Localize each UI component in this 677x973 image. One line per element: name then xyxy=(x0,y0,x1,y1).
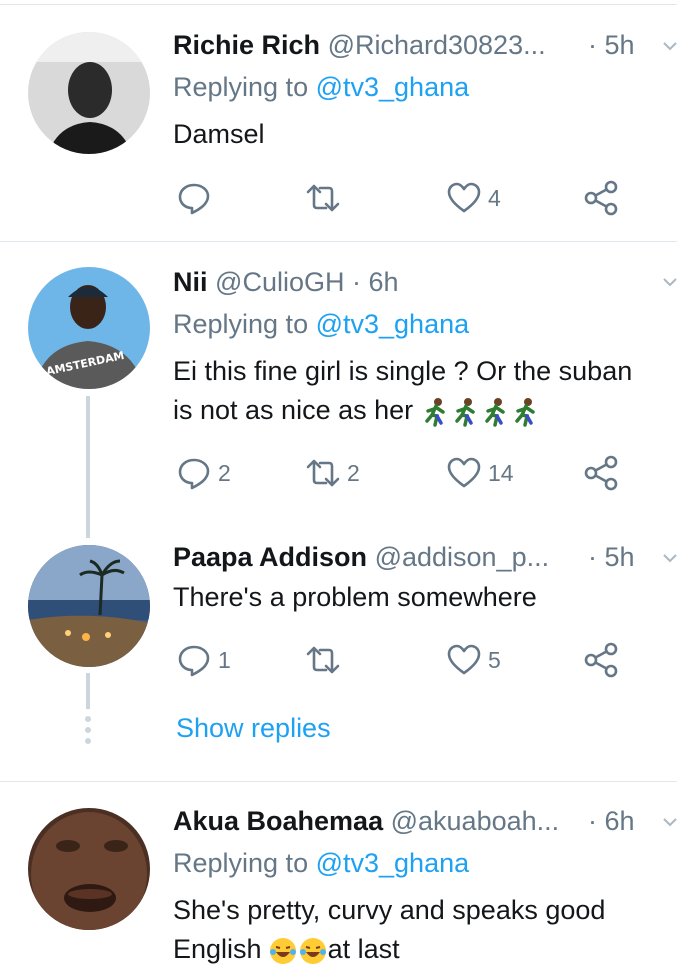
share-button[interactable] xyxy=(583,640,619,680)
like-button[interactable]: 14 xyxy=(446,453,514,493)
retweet-button[interactable] xyxy=(305,640,347,680)
mention-link[interactable]: @tv3_ghana xyxy=(316,309,470,339)
running-emoji-group xyxy=(421,395,541,427)
replying-to: Replying to @tv3_ghana xyxy=(173,846,469,880)
share-icon xyxy=(584,180,618,216)
reply-count: 2 xyxy=(218,459,231,486)
like-button[interactable]: 5 xyxy=(446,640,501,680)
tweet-text-line-2: is not as nice as her xyxy=(173,391,541,429)
like-icon xyxy=(447,644,481,675)
chevron-down-icon[interactable] xyxy=(662,38,677,54)
tweet-text-line-1: She's pretty, curvy and speaks good xyxy=(173,895,606,925)
retweet-icon xyxy=(306,459,340,487)
chevron-down-icon[interactable] xyxy=(662,274,677,290)
share-button[interactable] xyxy=(583,178,619,218)
top-divider xyxy=(0,4,677,5)
reply-icon xyxy=(178,645,210,677)
reply-count: 1 xyxy=(218,646,231,673)
like-count: 14 xyxy=(488,459,514,486)
chevron-down-icon[interactable] xyxy=(662,550,677,566)
mention-link[interactable]: @tv3_ghana xyxy=(316,72,470,102)
mention-link[interactable]: @tv3_ghana xyxy=(316,848,470,878)
like-icon xyxy=(447,182,481,213)
tweet-header: Nii @CulioGH · 6h xyxy=(173,266,399,298)
timestamp[interactable]: · 5h xyxy=(588,541,635,573)
tweet-divider xyxy=(0,241,677,242)
user-handle[interactable]: @addison_p... xyxy=(375,542,550,572)
retweet-count: 2 xyxy=(347,459,360,486)
laughing-tears-emoji-icon xyxy=(299,937,326,964)
running-emoji-icon xyxy=(424,397,445,427)
avatar[interactable] xyxy=(28,808,150,930)
reply-icon xyxy=(178,458,210,490)
like-count: 5 xyxy=(488,646,501,673)
retweet-icon xyxy=(306,184,340,212)
replying-prefix: Replying to xyxy=(173,848,316,878)
tweet-header: Richie Rich @Richard30823... xyxy=(173,29,546,61)
reply-icon xyxy=(178,183,210,215)
timestamp[interactable]: · 5h xyxy=(588,29,635,61)
user-handle[interactable]: @akuaboah... xyxy=(391,806,560,836)
user-handle-and-time[interactable]: @CulioGH · 6h xyxy=(215,267,398,297)
retweet-icon xyxy=(306,646,340,674)
like-count: 4 xyxy=(488,184,501,211)
user-handle[interactable]: @Richard30823... xyxy=(328,30,546,60)
display-name[interactable]: Paapa Addison xyxy=(173,542,367,572)
replying-to: Replying to @tv3_ghana xyxy=(173,307,469,341)
reply-button[interactable]: 1 xyxy=(176,640,231,680)
display-name[interactable]: Nii xyxy=(173,267,208,297)
thread-connector xyxy=(86,396,90,538)
share-button[interactable] xyxy=(583,453,619,493)
share-icon xyxy=(584,455,618,491)
running-emoji-icon xyxy=(454,397,475,427)
tweet-text-tail: at last xyxy=(327,934,400,964)
laughing-tears-emoji-icon xyxy=(269,937,296,964)
reply-button[interactable]: 2 xyxy=(176,453,231,493)
timestamp[interactable]: · 6h xyxy=(588,805,635,837)
like-button[interactable]: 4 xyxy=(446,178,501,218)
tweet-text: Damsel xyxy=(173,119,265,149)
tweet-text-word: English xyxy=(173,934,262,964)
share-icon xyxy=(584,642,618,678)
thread-dots xyxy=(85,716,91,749)
show-replies-link[interactable]: Show replies xyxy=(176,713,331,744)
tweet-divider xyxy=(0,781,677,782)
display-name[interactable]: Akua Boahemaa xyxy=(173,806,383,836)
running-emoji-icon xyxy=(514,397,535,427)
tweet-text-line-2-text: is not as nice as her xyxy=(173,395,414,425)
tweet-header: Akua Boahemaa @akuaboah... xyxy=(173,805,559,837)
replying-prefix: Replying to xyxy=(173,309,316,339)
like-icon xyxy=(447,457,481,488)
thread-connector xyxy=(86,673,90,709)
retweet-button[interactable]: 2 xyxy=(305,453,360,493)
reply-button[interactable] xyxy=(176,178,218,218)
chevron-down-icon[interactable] xyxy=(662,814,677,830)
avatar[interactable] xyxy=(28,545,150,667)
running-emoji-icon xyxy=(484,397,505,427)
avatar[interactable]: AMSTERDAM xyxy=(28,267,150,389)
tweet-text-line-2: English at last xyxy=(173,930,400,968)
display-name[interactable]: Richie Rich xyxy=(173,30,320,60)
replying-prefix: Replying to xyxy=(173,72,316,102)
retweet-button[interactable] xyxy=(305,178,347,218)
tweet-text: There's a problem somewhere xyxy=(173,582,537,612)
tweet-text-line-1: Ei this fine girl is single ? Or the sub… xyxy=(173,356,633,386)
replying-to: Replying to @tv3_ghana xyxy=(173,70,469,104)
tweet-header: Paapa Addison @addison_p... xyxy=(173,541,549,573)
avatar[interactable] xyxy=(28,32,150,154)
